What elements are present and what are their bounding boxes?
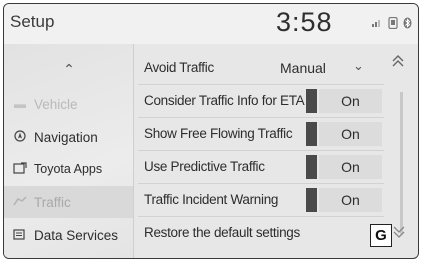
callout-label: G [370,224,392,247]
double-chevron-down-icon [393,226,405,242]
setting-label: Show Free Flowing Traffic [144,126,293,141]
sidebar-item-vehicle[interactable]: ▬ Vehicle [4,88,134,120]
toggle-indicator [306,89,317,113]
use-predictive-traffic-toggle[interactable]: On [306,155,382,179]
apps-icon [12,161,28,177]
consider-traffic-eta-row[interactable]: Consider Traffic Info for ETA On [138,85,384,118]
sidebar-item-label: Traffic [34,194,71,210]
data-services-icon [12,228,28,243]
sidebar-divider [133,44,134,258]
sidebar-item-traffic[interactable]: Traffic [4,186,134,218]
bluetooth-icon [403,17,412,32]
screen-title: Setup [10,12,55,31]
sidebar-item-label: Vehicle [34,96,78,112]
sidebar-item-label: Navigation [34,129,98,145]
chevron-down-icon: ⌄ [353,58,364,73]
toggle-indicator [306,155,317,179]
sidebar-item-label: Toyota Apps [34,162,103,176]
show-free-flowing-traffic-row[interactable]: Show Free Flowing Traffic On [138,118,384,151]
avoid-traffic-value: Manual [280,60,326,76]
use-predictive-traffic-row[interactable]: Use Predictive Traffic On [138,151,384,184]
navigation-icon [12,129,28,145]
clock: 3:58 [276,7,333,37]
toggle-state: On [319,122,382,146]
setup-screen: Setup 3:58 ⌃ ▬ Vehicle Navigation Toyota… [3,3,419,259]
header-bar: Setup 3:58 [4,4,418,44]
toggle-state: On [319,155,382,179]
setting-label: Traffic Incident Warning [144,192,279,207]
toggle-state: On [319,188,382,212]
sidebar-item-label: Data Services [34,227,119,243]
traffic-icon [12,195,28,209]
setting-label: Consider Traffic Info for ETA [144,93,305,108]
sidebar-item-toyota-apps[interactable]: Toyota Apps [4,153,134,185]
restore-defaults-label: Restore the default settings [144,225,300,240]
toggle-indicator [306,122,317,146]
toggle-state: On [319,89,382,113]
phone-icon [388,16,398,32]
traffic-incident-warning-row[interactable]: Traffic Incident Warning On [138,184,384,217]
show-free-flowing-traffic-toggle[interactable]: On [306,122,382,146]
consider-traffic-eta-toggle[interactable]: On [306,89,382,113]
traffic-incident-warning-toggle[interactable]: On [306,188,382,212]
car-icon: ▬ [14,97,26,111]
chevron-up-icon: ⌃ [63,61,75,77]
avoid-traffic-label: Avoid Traffic [144,60,214,75]
toggle-indicator [306,188,317,212]
restore-defaults-row[interactable]: Restore the default settings [138,217,384,249]
sidebar-item-navigation[interactable]: Navigation [4,121,134,153]
sidebar: ⌃ ▬ Vehicle Navigation Toyota Apps Traff… [4,44,134,258]
scrollbar[interactable] [400,92,403,234]
sidebar-scroll-up-button[interactable]: ⌃ [4,54,134,84]
list-scroll-up-button[interactable] [391,54,405,73]
double-chevron-up-icon [391,55,405,72]
setting-label: Use Predictive Traffic [144,159,265,174]
list-scroll-down-button[interactable] [393,225,405,242]
sidebar-item-data-services[interactable]: Data Services [4,219,134,251]
signal-icon [372,17,382,30]
avoid-traffic-row[interactable]: Avoid Traffic Manual ⌄ [138,52,384,85]
